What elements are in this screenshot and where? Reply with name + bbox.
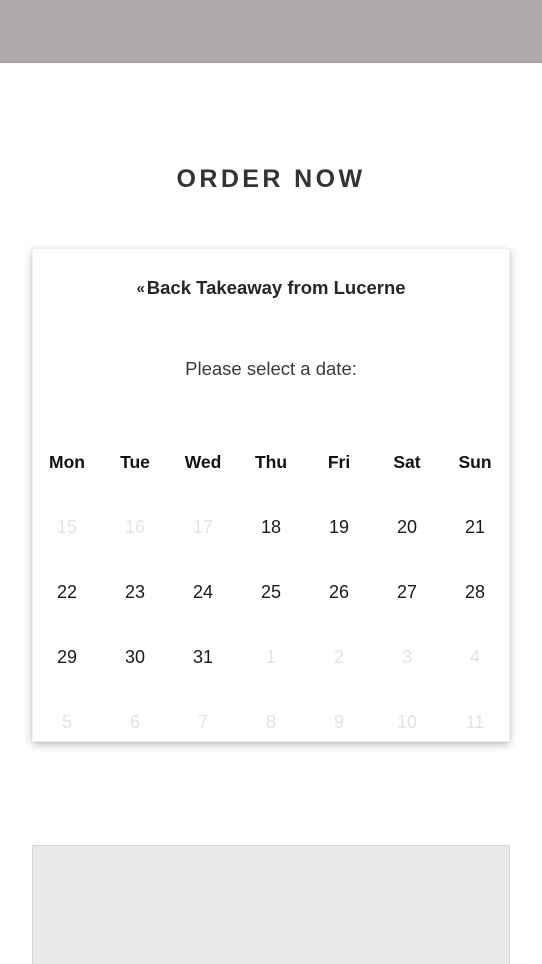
calendar-day-available[interactable]: 25 [237, 560, 305, 625]
calendar-day-disabled: 10 [396, 712, 418, 732]
back-chevron-icon: « [136, 280, 145, 297]
calendar-day-disabled: 4 [469, 647, 480, 667]
calendar-day-disabled: 6 [129, 712, 140, 732]
calendar-day-available[interactable]: 24 [169, 560, 237, 625]
calendar-weekday-sun: Sun [458, 452, 492, 472]
calendar-day-disabled: 1 [265, 647, 276, 667]
calendar-day-disabled: 11 [465, 712, 485, 732]
calendar-day-disabled: 16 [124, 517, 146, 537]
calendar-day-available[interactable]: 21 [441, 495, 509, 560]
calendar-day-available[interactable]: 19 [305, 495, 373, 560]
calendar-day-disabled: 5 [61, 712, 72, 732]
calendar-weekday-header: Mon Tue Wed Thu Fri Sat Sun [33, 430, 509, 495]
calendar-day-disabled: 15 [56, 517, 78, 537]
calendar-day-disabled: 9 [333, 712, 344, 732]
calendar-weekday-thu: Thu [254, 452, 288, 472]
calendar-weekday-sat: Sat [393, 452, 421, 472]
back-link-label: Back Takeaway from Lucerne [146, 277, 406, 298]
date-picker-card: «Back Takeaway from Lucerne Please selec… [32, 248, 510, 742]
calendar-day-available[interactable]: 26 [305, 560, 373, 625]
calendar-week-row: 29 30 31 1 2 3 4 [33, 625, 509, 690]
calendar-day-disabled: 7 [197, 712, 208, 732]
calendar-day-available[interactable]: 30 [101, 625, 169, 690]
select-date-instruction: Please select a date: [185, 358, 357, 379]
calendar-week-row: 5 6 7 8 9 10 11 [33, 690, 509, 755]
calendar-week-row: 22 23 24 25 26 27 28 [33, 560, 509, 625]
calendar-day-available[interactable]: 18 [237, 495, 305, 560]
calendar-day-available[interactable]: 20 [373, 495, 441, 560]
page-title: ORDER NOW [176, 165, 366, 193]
calendar-day-available[interactable]: 28 [441, 560, 509, 625]
back-link[interactable]: «Back Takeaway from Lucerne [33, 275, 509, 302]
calendar-weekday-mon: Mon [49, 452, 85, 472]
calendar-weekday-tue: Tue [120, 452, 150, 472]
calendar-day-disabled: 17 [192, 517, 214, 537]
calendar-day-available[interactable]: 27 [373, 560, 441, 625]
calendar-day-available[interactable]: 29 [33, 625, 101, 690]
calendar-day-available[interactable]: 22 [33, 560, 101, 625]
calendar-grid: Mon Tue Wed Thu Fri Sat Sun 15 16 17 18 19 20 21 22 23… [33, 430, 509, 755]
calendar-weeks: 15 16 17 18 19 20 21 22 23 24 25 26 27 28 29 30 31 1 2 3 4 5 6… [33, 495, 509, 755]
calendar-day-available[interactable]: 23 [101, 560, 169, 625]
bottom-panel [32, 845, 510, 964]
calendar-weekday-fri: Fri [327, 452, 351, 472]
calendar-day-disabled: 2 [333, 647, 344, 667]
calendar-day-available[interactable]: 31 [169, 625, 237, 690]
calendar-day-disabled: 3 [401, 647, 412, 667]
top-bar [0, 0, 542, 63]
calendar-week-row: 15 16 17 18 19 20 21 [33, 495, 509, 560]
calendar-weekday-wed: Wed [184, 452, 222, 472]
calendar-day-disabled: 8 [265, 712, 276, 732]
